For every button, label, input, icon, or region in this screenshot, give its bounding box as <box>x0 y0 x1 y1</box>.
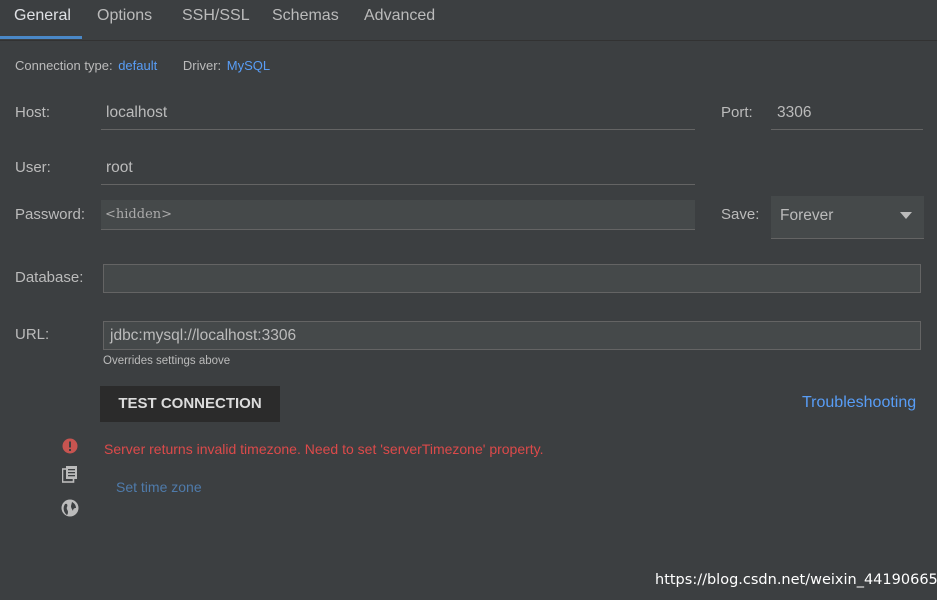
save-dropdown-value: Forever <box>780 207 834 224</box>
globe-icon[interactable] <box>61 499 79 517</box>
connection-type-label: Connection type: <box>15 58 113 73</box>
test-connection-button[interactable]: TEST CONNECTION <box>100 386 280 422</box>
connection-info: Connection type: default Driver: MySQL <box>15 58 270 73</box>
active-tab-indicator <box>0 36 82 39</box>
error-message: Server returns invalid timezone. Need to… <box>104 441 544 457</box>
driver-link[interactable]: MySQL <box>227 58 270 73</box>
connection-type-link[interactable]: default <box>118 58 157 73</box>
tab-ssh-ssl[interactable]: SSH/SSL <box>182 0 250 38</box>
url-input[interactable]: jdbc:mysql://localhost:3306 <box>103 321 921 350</box>
tab-advanced[interactable]: Advanced <box>364 0 435 38</box>
user-label: User: <box>15 159 51 176</box>
driver-label: Driver: <box>182 58 222 73</box>
host-label: Host: <box>15 104 51 121</box>
tab-schemas[interactable]: Schemas <box>272 0 339 38</box>
dropdown-arrow-icon <box>900 212 912 220</box>
password-placeholder: <hidden> <box>105 207 173 222</box>
error-icon <box>62 438 78 454</box>
save-label: Save: <box>721 206 760 223</box>
host-field[interactable]: localhost <box>101 98 695 130</box>
password-label: Password: <box>15 206 86 223</box>
save-dropdown[interactable]: Forever <box>771 196 924 239</box>
tab-general[interactable]: General <box>14 0 71 38</box>
url-value: jdbc:mysql://localhost:3306 <box>110 327 297 344</box>
watermark-text: https://blog.csdn.net/weixin_44190665 <box>655 572 937 588</box>
port-field[interactable]: 3306 <box>771 98 923 130</box>
port-label: Port: <box>721 104 753 121</box>
database-label: Database: <box>15 269 84 286</box>
troubleshooting-link[interactable]: Troubleshooting <box>802 394 916 412</box>
tab-bar: General Options SSH/SSL Schemas Advanced <box>0 0 937 41</box>
url-label: URL: <box>15 326 50 343</box>
user-value: root <box>106 159 133 176</box>
copy-icon[interactable] <box>62 466 78 483</box>
password-field[interactable]: <hidden> <box>101 200 695 230</box>
set-time-zone-link[interactable]: Set time zone <box>116 479 202 495</box>
port-value: 3306 <box>777 104 812 121</box>
tab-options[interactable]: Options <box>97 0 152 38</box>
database-input[interactable] <box>103 264 921 293</box>
host-value: localhost <box>106 104 168 121</box>
url-hint: Overrides settings above <box>103 355 231 367</box>
user-field[interactable]: root <box>101 153 695 185</box>
